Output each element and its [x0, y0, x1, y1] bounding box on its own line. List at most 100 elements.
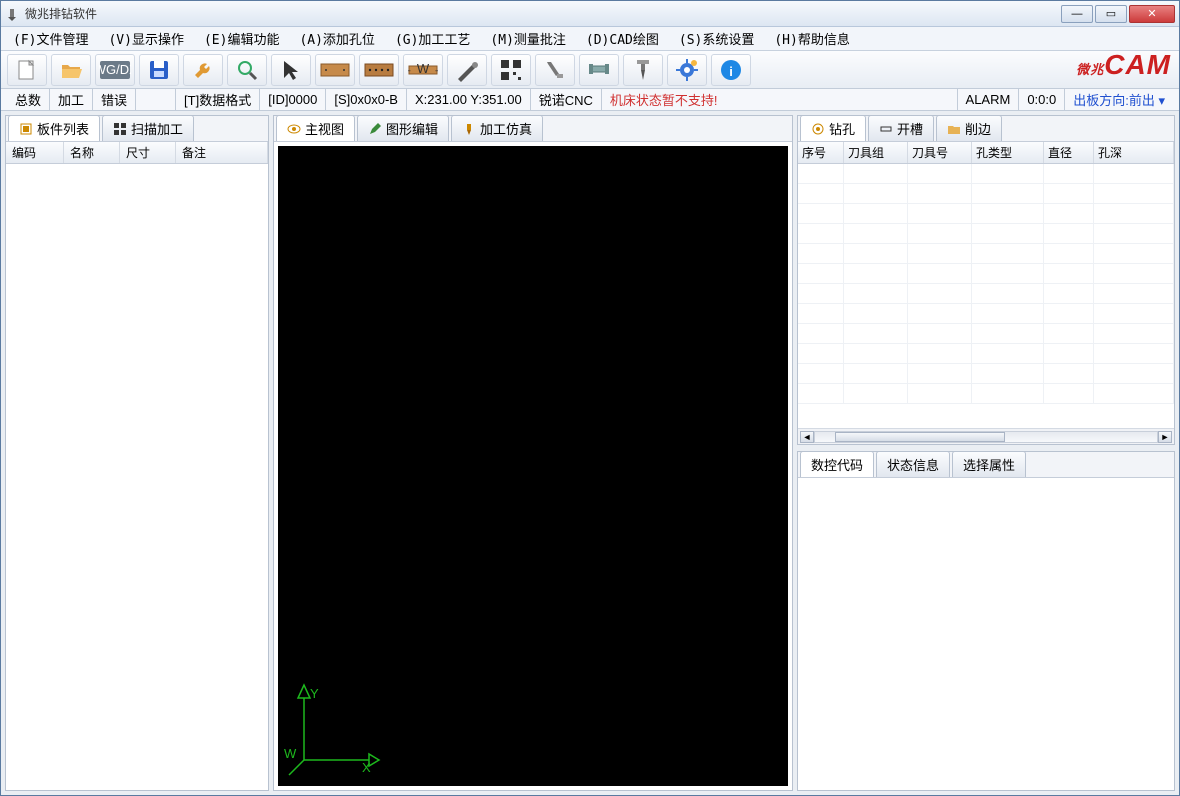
eye-icon [287, 122, 301, 136]
tab-drill-label: 钻孔 [829, 119, 855, 138]
tool-board2-icon[interactable] [359, 54, 399, 86]
left-list-body[interactable] [6, 164, 268, 790]
tab-boardlist[interactable]: 板件列表 [8, 115, 100, 141]
tool-zoom-icon[interactable] [227, 54, 267, 86]
col-remark[interactable]: 备注 [176, 142, 268, 163]
status-alarm: ALARM [958, 89, 1020, 110]
status-cnc: 锐诺CNC [531, 89, 602, 110]
tab-mainview[interactable]: 主视图 [276, 115, 355, 141]
left-tabs: 板件列表 扫描加工 [6, 116, 268, 142]
left-list-header: 编码 名称 尺寸 备注 [6, 142, 268, 164]
tool-drill-icon[interactable] [623, 54, 663, 86]
scroll-left-icon[interactable]: ◄ [800, 431, 814, 443]
right-bottom-panel: 数控代码 状态信息 选择属性 [797, 451, 1175, 791]
scroll-track[interactable] [814, 431, 1158, 443]
tool-measure-icon[interactable]: ← W → [403, 54, 443, 86]
menu-help[interactable]: (H)帮助信息 [768, 27, 855, 50]
tab-scan-label: 扫描加工 [131, 119, 183, 138]
tool-new-icon[interactable] [7, 54, 47, 86]
scroll-thumb[interactable] [835, 432, 1005, 442]
tool-dwgdxf-icon[interactable]: DWG/DXF [95, 54, 135, 86]
left-panel: 板件列表 扫描加工 编码 名称 尺寸 备注 [5, 115, 269, 791]
status-outdir[interactable]: 出板方向:前出 ▾ [1065, 89, 1173, 110]
tab-selectattr[interactable]: 选择属性 [952, 451, 1026, 477]
right-column: 钻孔 开槽 削边 序号 刀具组 刀具号 [797, 115, 1175, 791]
axis-x-label: X [362, 760, 371, 775]
titlebar: 微兆排钻软件 — ▭ ✕ [1, 1, 1179, 27]
close-button[interactable]: ✕ [1129, 5, 1175, 23]
col-size[interactable]: 尺寸 [120, 142, 176, 163]
tab-statusinfo-label: 状态信息 [887, 455, 939, 474]
gcol-toolno[interactable]: 刀具号 [908, 142, 972, 163]
tab-nccode[interactable]: 数控代码 [800, 451, 874, 477]
status-coord: X:231.00 Y:351.00 [407, 89, 531, 110]
tool-board1-icon[interactable] [315, 54, 355, 86]
minimize-button[interactable]: — [1061, 5, 1093, 23]
svg-text:DWG/DXF: DWG/DXF [99, 62, 131, 77]
status-tformat[interactable]: [T]数据格式 [176, 89, 260, 110]
tool-info-icon[interactable]: i [711, 54, 751, 86]
tab-graphedit[interactable]: 图形编辑 [357, 115, 449, 141]
tool-gear-icon[interactable] [667, 54, 707, 86]
status-work: 加工 [50, 89, 93, 110]
boardlist-icon [19, 122, 33, 136]
menu-settings[interactable]: (S)系统设置 [673, 27, 760, 50]
tool-cursor-icon[interactable] [271, 54, 311, 86]
gcol-depth[interactable]: 孔深 [1094, 142, 1174, 163]
scroll-right-icon[interactable]: ► [1158, 431, 1172, 443]
scan-icon [113, 122, 127, 136]
svg-text:← W →: ← W → [408, 61, 438, 76]
tab-trim-label: 削边 [965, 119, 991, 138]
tool-save-icon[interactable] [139, 54, 179, 86]
tool-probe-icon[interactable] [447, 54, 487, 86]
menu-view[interactable]: (V)显示操作 [102, 27, 189, 50]
tab-slot-label: 开槽 [897, 119, 923, 138]
gcol-holetype[interactable]: 孔类型 [972, 142, 1044, 163]
right-bottom-tabs: 数控代码 状态信息 选择属性 [798, 452, 1174, 478]
menu-measure[interactable]: (M)测量批注 [484, 27, 571, 50]
tool-wrench-icon[interactable] [183, 54, 223, 86]
tab-drill[interactable]: 钻孔 [800, 115, 866, 141]
tab-scan[interactable]: 扫描加工 [102, 115, 194, 141]
toolbar: DWG/DXF ← W → i 微兆CAM [1, 51, 1179, 89]
gcol-index[interactable]: 序号 [798, 142, 844, 163]
menu-file[interactable]: (F)文件管理 [7, 27, 94, 50]
body: 板件列表 扫描加工 编码 名称 尺寸 备注 主视图 [1, 111, 1179, 795]
tab-statusinfo[interactable]: 状态信息 [876, 451, 950, 477]
tab-simulate-label: 加工仿真 [480, 119, 532, 138]
simulate-icon [462, 122, 476, 136]
drill-table-body[interactable] [798, 164, 1174, 404]
status-total: 总数 [7, 89, 50, 110]
tool-caliper-icon[interactable] [535, 54, 575, 86]
nccode-area[interactable] [798, 478, 1174, 790]
menu-addhole[interactable]: (A)添加孔位 [293, 27, 380, 50]
status-s: [S]0x0x0-B [326, 89, 407, 110]
tool-open-icon[interactable] [51, 54, 91, 86]
menu-cad[interactable]: (D)CAD绘图 [580, 27, 665, 50]
right-top-tabs: 钻孔 开槽 削边 [798, 116, 1174, 142]
col-name[interactable]: 名称 [64, 142, 120, 163]
status-id: [ID]0000 [260, 89, 326, 110]
col-code[interactable]: 编码 [6, 142, 64, 163]
tool-qrcode-icon[interactable] [491, 54, 531, 86]
folder-icon [947, 122, 961, 136]
drill-table: 序号 刀具组 刀具号 孔类型 直径 孔深 [798, 142, 1174, 428]
tool-clamp-icon[interactable] [579, 54, 619, 86]
center-panel: 主视图 图形编辑 加工仿真 [273, 115, 793, 791]
tab-trim[interactable]: 削边 [936, 115, 1002, 141]
tab-simulate[interactable]: 加工仿真 [451, 115, 543, 141]
axis-w-label: W [284, 746, 297, 761]
gcol-toolgroup[interactable]: 刀具组 [844, 142, 908, 163]
tab-slot[interactable]: 开槽 [868, 115, 934, 141]
menu-process[interactable]: (G)加工工艺 [389, 27, 476, 50]
center-tabs: 主视图 图形编辑 加工仿真 [274, 116, 792, 142]
viewport-canvas[interactable]: X Y W [278, 146, 788, 786]
status-gap [136, 89, 176, 110]
gcol-diameter[interactable]: 直径 [1044, 142, 1094, 163]
maximize-button[interactable]: ▭ [1095, 5, 1127, 23]
drill-hscroll[interactable]: ◄ ► [798, 428, 1174, 444]
statusbar: 总数 加工 错误 [T]数据格式 [ID]0000 [S]0x0x0-B X:2… [1, 89, 1179, 111]
tab-boardlist-label: 板件列表 [37, 119, 89, 138]
menu-edit[interactable]: (E)编辑功能 [198, 27, 285, 50]
status-error: 错误 [93, 89, 136, 110]
